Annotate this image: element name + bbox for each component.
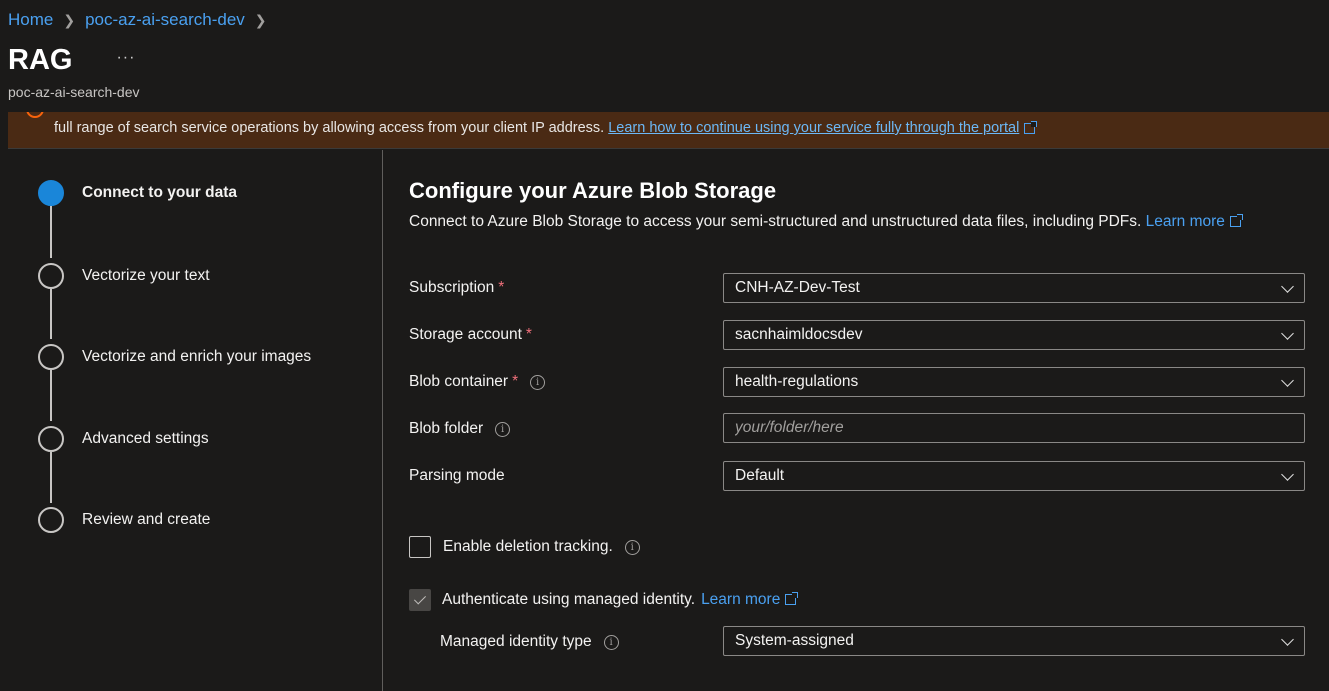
blob-folder-label-text: Blob folder [409, 420, 484, 437]
external-link-icon [1024, 120, 1038, 134]
learn-more-label: Learn more [701, 591, 781, 608]
required-marker: * [498, 279, 505, 296]
step-circle-icon [38, 507, 64, 533]
chevron-down-icon [1270, 368, 1304, 396]
deletion-tracking-label-text: Enable deletion tracking. [443, 538, 613, 555]
step-label: Review and create [82, 511, 211, 528]
step-circle-icon [38, 344, 64, 370]
blob-folder-label: Blob folder i [409, 420, 511, 438]
section-description: Connect to Azure Blob Storage to access … [409, 213, 1243, 231]
chevron-down-icon [1270, 462, 1304, 490]
step-review-create[interactable]: Review and create [38, 507, 210, 533]
parsing-mode-dropdown[interactable]: Default [723, 461, 1305, 491]
step-connect-data[interactable]: Connect to your data [38, 180, 237, 206]
chevron-down-icon [1270, 627, 1304, 655]
info-icon[interactable]: i [624, 539, 640, 555]
chevron-down-icon [1270, 321, 1304, 349]
description-text: Connect to Azure Blob Storage to access … [409, 213, 1142, 230]
warning-icon [26, 112, 44, 118]
info-icon[interactable]: i [495, 421, 511, 437]
identity-type-label: Managed identity type i [440, 633, 619, 651]
banner-text: full range of search service operations … [54, 120, 1038, 136]
breadcrumb: Home ❯ poc-az-ai-search-dev ❯ [8, 10, 267, 30]
more-options-button[interactable]: ··· [116, 49, 135, 67]
blob-folder-input[interactable] [723, 413, 1305, 443]
step-advanced-settings[interactable]: Advanced settings [38, 426, 209, 452]
step-label: Connect to your data [82, 184, 238, 201]
breadcrumb-home-link[interactable]: Home [8, 10, 53, 30]
identity-type-label-text: Managed identity type [440, 633, 592, 650]
blob-container-label: Blob container * i [409, 373, 546, 391]
chevron-right-icon: ❯ [63, 11, 76, 28]
storage-account-dropdown[interactable]: sacnhaimldocsdev [723, 320, 1305, 350]
step-circle-icon [38, 426, 64, 452]
external-link-icon [785, 592, 799, 606]
info-icon[interactable]: i [530, 374, 546, 390]
subscription-label: Subscription * [409, 279, 504, 297]
subscription-dropdown[interactable]: CNH-AZ-Dev-Test [723, 273, 1305, 303]
subscription-value: CNH-AZ-Dev-Test [735, 279, 860, 296]
breadcrumb-resource-link[interactable]: poc-az-ai-search-dev [85, 10, 245, 30]
warning-banner: full range of search service operations … [8, 112, 1329, 149]
wizard-steps: Connect to your data Vectorize your text… [0, 150, 383, 691]
step-vectorize-text[interactable]: Vectorize your text [38, 263, 210, 289]
storage-account-label-text: Storage account [409, 326, 522, 343]
subscription-label-text: Subscription [409, 279, 495, 296]
step-active-icon [38, 180, 64, 206]
blob-container-dropdown[interactable]: health-regulations [723, 367, 1305, 397]
managed-identity-label: Authenticate using managed identity. Lea… [442, 591, 799, 609]
deletion-tracking-label: Enable deletion tracking. i [443, 538, 640, 556]
banner-link-label: Learn how to continue using your service… [608, 120, 1020, 136]
managed-identity-learn-more-link[interactable]: Learn more [701, 591, 799, 609]
blob-container-label-text: Blob container [409, 373, 509, 390]
step-label: Vectorize and enrich your images [82, 348, 312, 365]
step-connector [50, 452, 52, 503]
storage-account-label: Storage account * [409, 326, 532, 344]
parsing-mode-label: Parsing mode [409, 467, 505, 485]
step-connector [50, 370, 52, 421]
blob-container-value: health-regulations [735, 373, 859, 390]
step-circle-icon [38, 263, 64, 289]
page-subtitle: poc-az-ai-search-dev [8, 84, 140, 100]
step-connector [50, 289, 52, 339]
external-link-icon [1229, 214, 1243, 228]
learn-more-label: Learn more [1145, 213, 1225, 230]
managed-identity-label-text: Authenticate using managed identity. [442, 591, 696, 608]
page-title: RAG [8, 44, 73, 76]
storage-account-value: sacnhaimldocsdev [735, 326, 863, 343]
step-label: Advanced settings [82, 430, 209, 447]
identity-type-value: System-assigned [735, 632, 854, 649]
info-icon[interactable]: i [603, 634, 619, 650]
learn-more-link[interactable]: Learn more [1145, 213, 1243, 230]
identity-type-dropdown[interactable]: System-assigned [723, 626, 1305, 656]
parsing-mode-value: Default [735, 467, 785, 484]
title-row: RAG ··· [8, 44, 135, 77]
parsing-mode-label-text: Parsing mode [409, 467, 505, 484]
banner-message: full range of search service operations … [54, 120, 605, 136]
deletion-tracking-checkbox[interactable] [409, 536, 431, 558]
section-title: Configure your Azure Blob Storage [409, 178, 777, 203]
step-vectorize-images[interactable]: Vectorize and enrich your images [38, 344, 311, 370]
chevron-down-icon [1270, 274, 1304, 302]
required-marker: * [525, 326, 532, 343]
chevron-right-icon: ❯ [254, 11, 267, 28]
banner-link[interactable]: Learn how to continue using your service… [608, 120, 1038, 136]
step-label: Vectorize your text [82, 267, 210, 284]
managed-identity-checkbox[interactable] [409, 589, 431, 611]
step-connector [50, 206, 52, 258]
required-marker: * [512, 373, 519, 390]
